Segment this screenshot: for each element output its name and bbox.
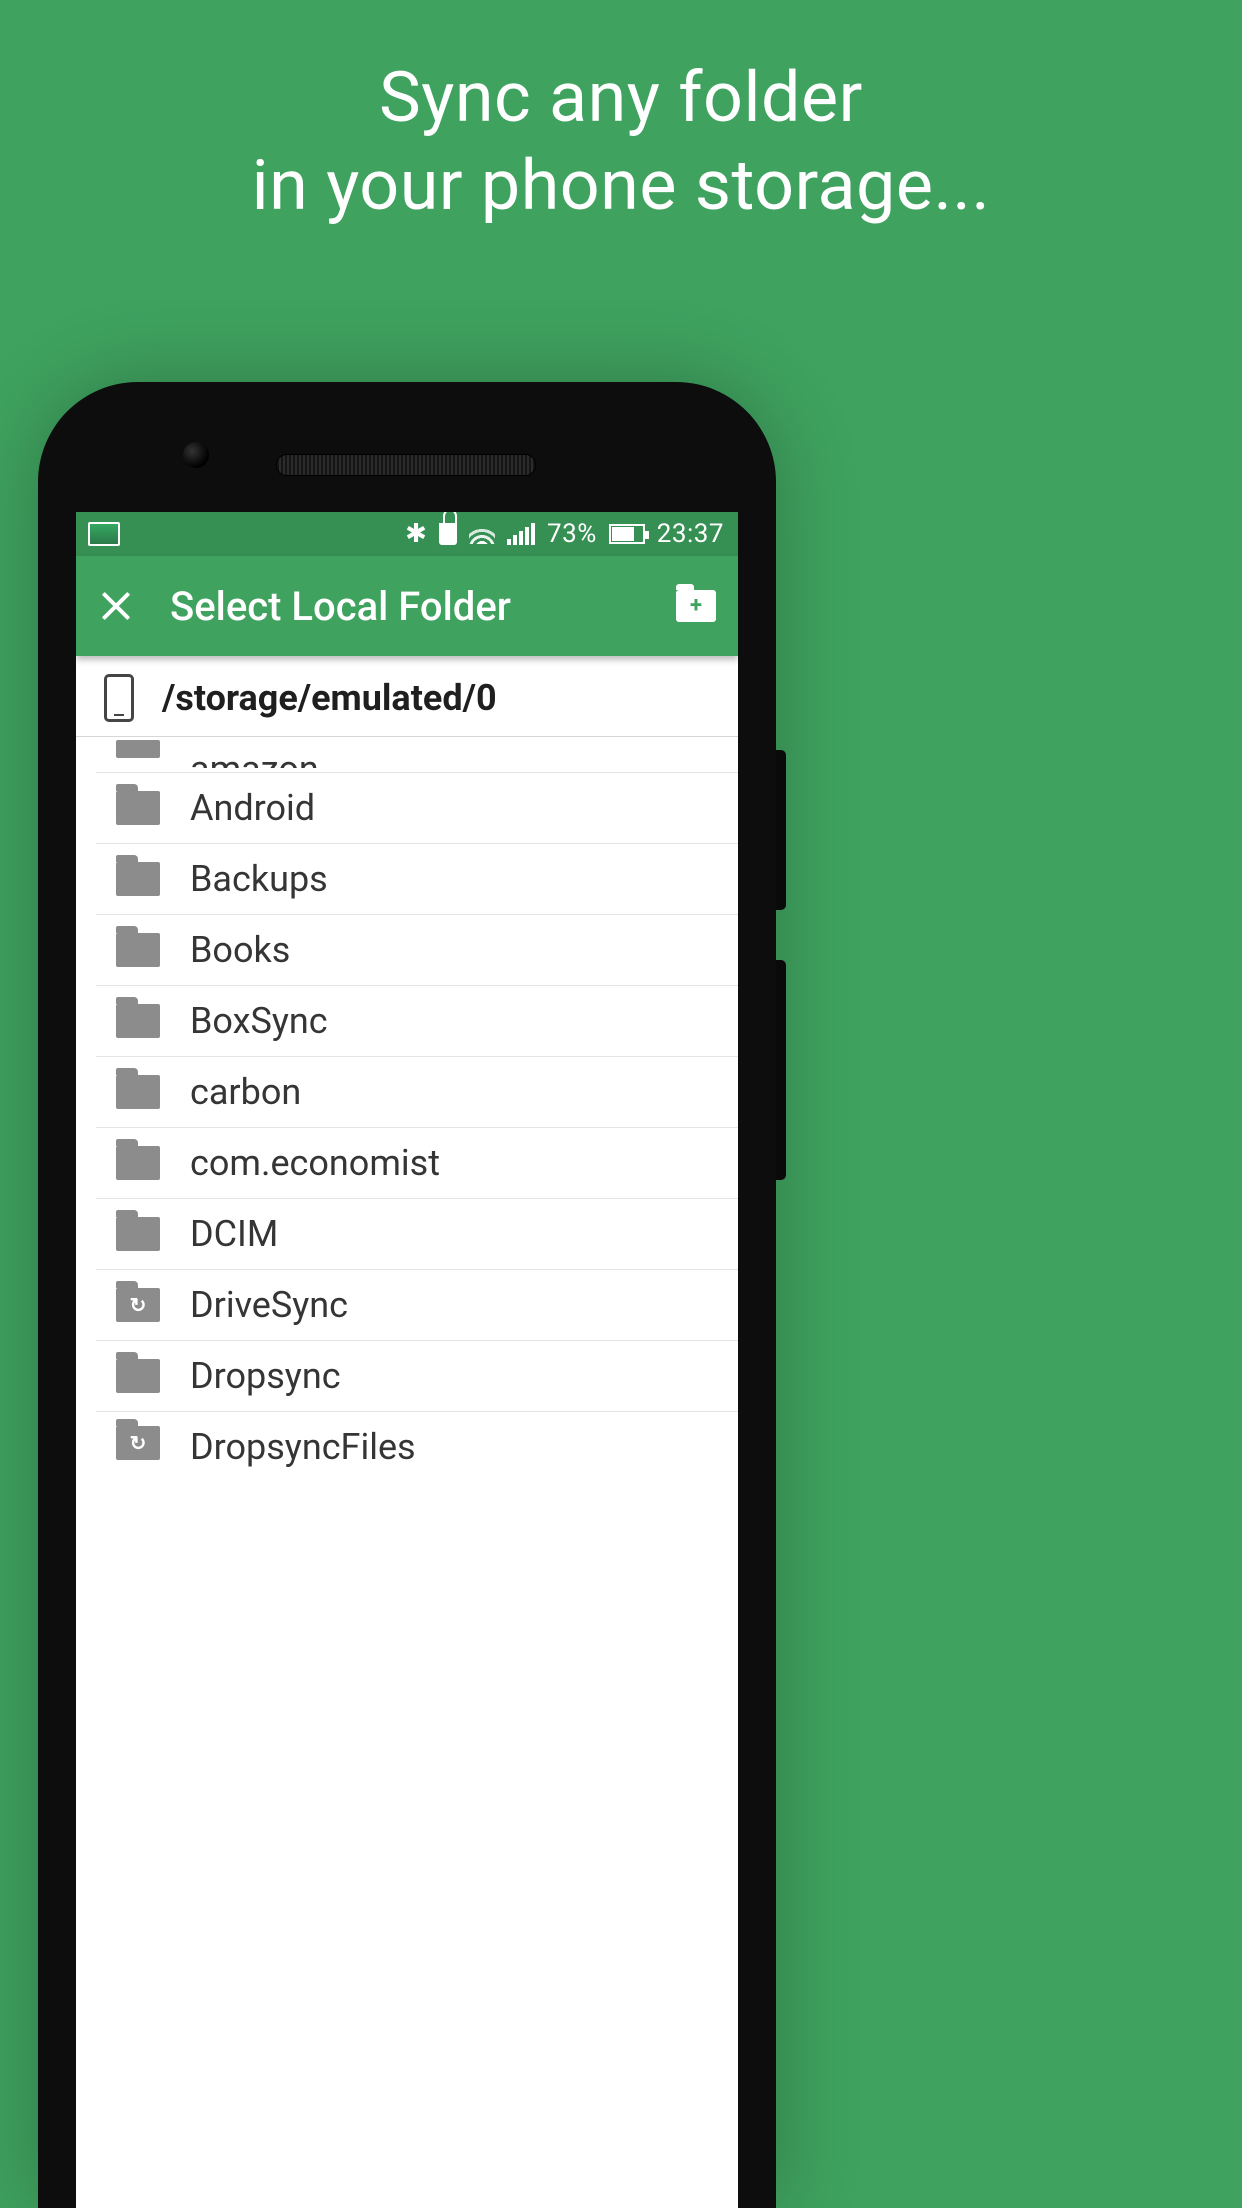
folder-list[interactable]: amazon Android Backups Books BoxSync carbon co… [76,737,738,1464]
folder-label: com.economist [190,1142,440,1184]
wifi-icon [469,524,495,544]
folder-label: Android [190,787,315,829]
folder-label: DropsyncFiles [190,1426,416,1468]
folder-label: carbon [190,1071,301,1113]
phone-frame: ✱ 73% 23:37 Select Local Folder + /stora… [38,382,776,2208]
folder-icon [116,1359,160,1393]
folder-row[interactable]: DriveSync [96,1270,738,1341]
bluetooth-icon: ✱ [405,519,427,549]
folder-row[interactable]: amazon [96,737,738,773]
lock-icon [439,523,457,545]
folder-sync-icon [116,1426,160,1460]
folder-icon [116,791,160,825]
folder-icon [116,1004,160,1038]
folder-icon [116,1075,160,1109]
battery-percent: 73% [547,519,597,549]
folder-row[interactable]: Dropsync [96,1341,738,1412]
status-bar: ✱ 73% 23:37 [76,512,738,556]
app-bar: Select Local Folder + [76,556,738,656]
phone-side-button [776,960,786,1180]
folder-row[interactable]: com.economist [96,1128,738,1199]
folder-label: Books [190,929,290,971]
phone-side-button [776,750,786,910]
folder-row[interactable]: DropsyncFiles [96,1412,738,1464]
phone-camera [183,442,209,468]
close-icon[interactable] [98,588,134,624]
folder-label: DCIM [190,1213,278,1255]
folder-label: BoxSync [190,1000,328,1042]
folder-label: Backups [190,858,328,900]
app-bar-title: Select Local Folder [170,583,676,630]
folder-row[interactable]: Backups [96,844,738,915]
folder-row[interactable]: Android [96,773,738,844]
promo-headline: Sync any folderin your phone storage... [0,0,1242,230]
folder-row[interactable]: Books [96,915,738,986]
phone-speaker [276,454,536,476]
current-path-row[interactable]: /storage/emulated/0 [76,656,738,737]
phone-storage-icon [104,674,134,722]
cell-signal-icon [507,523,535,545]
folder-row[interactable]: BoxSync [96,986,738,1057]
phone-screen: ✱ 73% 23:37 Select Local Folder + /stora… [76,512,738,2208]
folder-label: DriveSync [190,1284,348,1326]
folder-icon [116,740,160,758]
folder-row[interactable]: DCIM [96,1199,738,1270]
clock: 23:37 [657,519,724,549]
folder-icon [116,1146,160,1180]
folder-label: amazon [190,748,319,768]
folder-sync-icon [116,1288,160,1322]
folder-icon [116,862,160,896]
folder-row[interactable]: carbon [96,1057,738,1128]
new-folder-icon[interactable]: + [676,590,716,622]
folder-icon [116,933,160,967]
folder-label: Dropsync [190,1355,341,1397]
current-path: /storage/emulated/0 [162,677,497,719]
battery-icon [609,524,645,544]
cast-icon [88,522,120,546]
folder-icon [116,1217,160,1251]
